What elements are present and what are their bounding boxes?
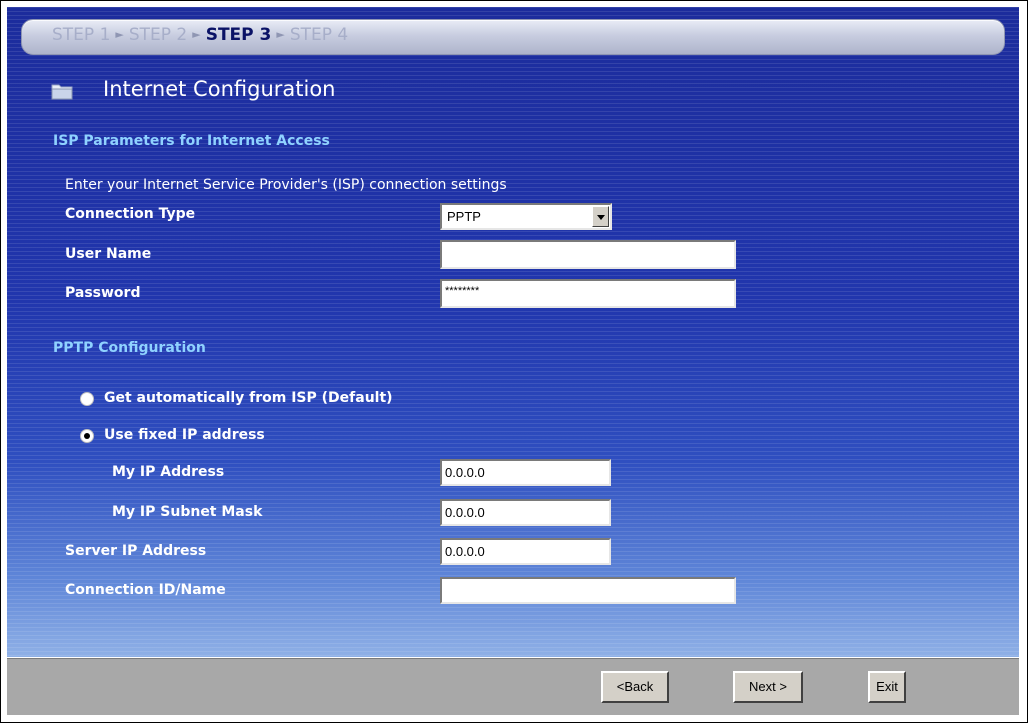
step-separator-icon: ► (115, 28, 124, 41)
step-list: STEP 1 ► STEP 2 ► STEP 3 ► STEP 4 (52, 25, 348, 45)
radio-selected-dot (84, 433, 90, 439)
radio-fixed-label: Use fixed IP address (104, 427, 265, 443)
folder-icon (51, 84, 73, 100)
user-name-input[interactable] (440, 240, 736, 269)
step-separator-icon: ► (192, 28, 201, 41)
connection-id-input[interactable] (440, 577, 736, 604)
password-label: Password (65, 285, 141, 301)
wizard-panel: STEP 1 ► STEP 2 ► STEP 3 ► STEP 4 Internet Con… (7, 7, 1019, 657)
step-3: STEP 3 (205, 25, 272, 45)
step-separator-icon: ► (276, 28, 285, 41)
back-button[interactable]: <Back (601, 671, 669, 703)
subnet-mask-input[interactable]: 0.0.0.0 (440, 499, 611, 526)
my-ip-input[interactable]: 0.0.0.0 (440, 459, 611, 486)
dropdown-button[interactable] (592, 206, 609, 227)
step-1: STEP 1 (52, 25, 111, 45)
step-2: STEP 2 (128, 25, 188, 45)
subnet-mask-label: My IP Subnet Mask (112, 504, 263, 520)
pptp-section-heading: PPTP Configuration (53, 340, 206, 356)
connection-id-label: Connection ID/Name (65, 582, 226, 598)
page-title: Internet Configuration (103, 77, 336, 101)
server-ip-input[interactable]: 0.0.0.0 (440, 538, 611, 565)
radio-auto-label: Get automatically from ISP (Default) (104, 390, 393, 406)
exit-button[interactable]: Exit (868, 671, 906, 703)
radio-fixed-ip[interactable] (80, 429, 94, 443)
password-input[interactable]: ******** (440, 279, 736, 308)
connection-type-select[interactable]: PPTP (440, 203, 612, 230)
radio-auto-ip[interactable] (80, 392, 94, 406)
chevron-down-icon (597, 215, 605, 220)
my-ip-label: My IP Address (112, 464, 225, 480)
user-name-label: User Name (65, 246, 152, 262)
isp-section-heading: ISP Parameters for Internet Access (53, 133, 330, 149)
step-4: STEP 4 (289, 25, 349, 45)
connection-type-label: Connection Type (65, 206, 196, 222)
step-progress-bar: STEP 1 ► STEP 2 ► STEP 3 ► STEP 4 (21, 19, 1005, 55)
isp-instructions: Enter your Internet Service Provider's (… (65, 177, 507, 193)
connection-type-value: PPTP (447, 209, 481, 224)
server-ip-label: Server IP Address (65, 543, 207, 559)
next-button[interactable]: Next > (733, 671, 803, 703)
